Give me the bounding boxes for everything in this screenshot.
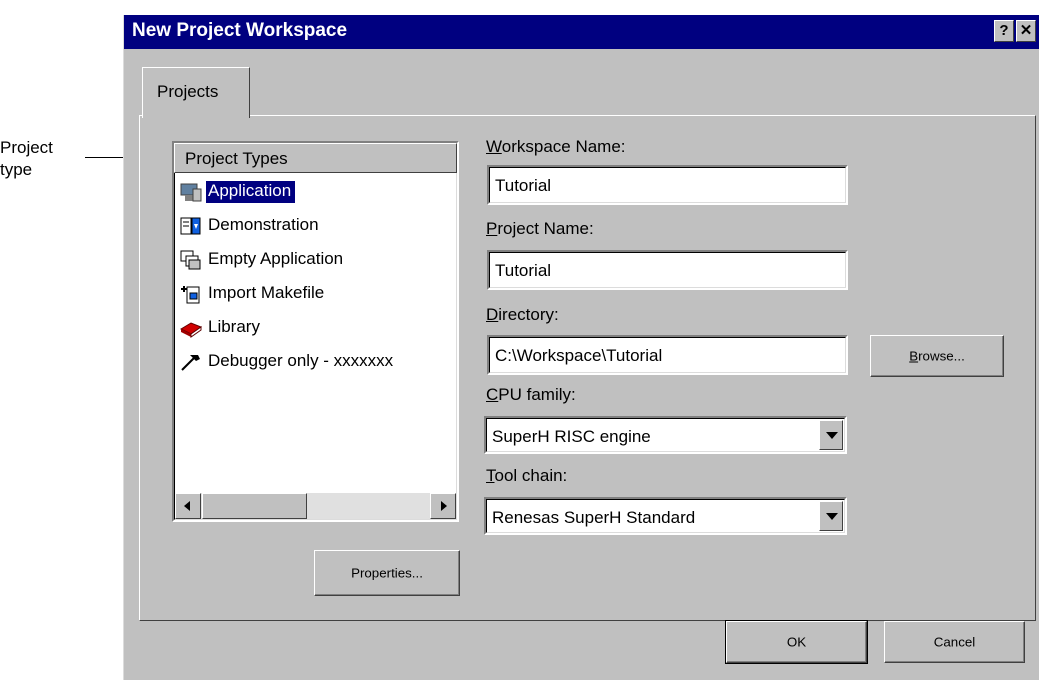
cancel-button-label: Cancel bbox=[933, 634, 976, 650]
properties-button-label: Properties... bbox=[351, 565, 423, 581]
cpu-family-select[interactable]: SuperH RISC engine bbox=[484, 416, 847, 454]
arrow-right-icon bbox=[441, 501, 447, 511]
arrow-left-icon bbox=[184, 501, 190, 511]
library-icon bbox=[179, 322, 203, 338]
list-item-label: Demonstration bbox=[208, 215, 319, 234]
directory-label: Directory: bbox=[486, 305, 559, 324]
list-item-label: Debugger only - xxxxxxx bbox=[208, 351, 394, 370]
scroll-right-button[interactable] bbox=[430, 493, 456, 519]
ok-button-label: OK bbox=[786, 634, 807, 650]
workspace-name-value: Tutorial bbox=[495, 176, 552, 195]
horizontal-scrollbar[interactable] bbox=[175, 493, 456, 519]
annotation-line1: Project bbox=[0, 138, 53, 157]
empty-application-icon bbox=[180, 250, 201, 270]
annotation-line2: type bbox=[0, 160, 33, 179]
workspace-name-label: Workspace Name: bbox=[486, 137, 626, 156]
list-item-label: Application bbox=[206, 181, 296, 203]
project-name-value: Tutorial bbox=[495, 261, 552, 280]
debugger-icon bbox=[181, 355, 200, 371]
close-button[interactable]: ✕ bbox=[1016, 20, 1036, 42]
ok-button[interactable]: OK bbox=[725, 620, 868, 664]
cpu-family-label: CPU family: bbox=[486, 385, 576, 404]
new-project-workspace-dialog: New Project Workspace ? ✕ Projects Proje… bbox=[123, 15, 1039, 680]
title-bar[interactable]: New Project Workspace ? ✕ bbox=[124, 15, 1039, 49]
dialog-title: New Project Workspace bbox=[132, 20, 348, 41]
list-item-library[interactable]: Library bbox=[176, 313, 455, 343]
project-type-annotation: Project type bbox=[0, 137, 110, 181]
list-item-label: Import Makefile bbox=[208, 283, 325, 302]
scroll-thumb[interactable] bbox=[202, 493, 307, 519]
tab-projects-label: Projects bbox=[157, 82, 219, 101]
cancel-button[interactable]: Cancel bbox=[884, 621, 1025, 663]
directory-field[interactable]: C:\Workspace\Tutorial bbox=[487, 335, 848, 375]
project-name-field[interactable]: Tutorial bbox=[487, 250, 848, 290]
application-icon bbox=[180, 183, 202, 202]
tool-chain-select[interactable]: Renesas SuperH Standard bbox=[484, 497, 847, 535]
import-makefile-icon bbox=[181, 286, 200, 304]
tool-chain-label: Tool chain: bbox=[486, 466, 568, 485]
properties-button[interactable]: Properties... bbox=[314, 550, 460, 596]
list-item-label: Library bbox=[208, 317, 260, 336]
browse-button[interactable]: Browse... bbox=[870, 335, 1004, 377]
project-types-list[interactable]: Project Types Application Demonstration bbox=[172, 141, 459, 522]
list-item-empty-application[interactable]: Empty Application bbox=[176, 245, 455, 275]
chevron-down-icon[interactable] bbox=[819, 501, 843, 531]
list-item-label: Empty Application bbox=[208, 249, 344, 268]
workspace-name-field[interactable]: Tutorial bbox=[487, 165, 848, 205]
directory-value: C:\Workspace\Tutorial bbox=[495, 346, 663, 365]
demonstration-icon bbox=[180, 217, 201, 235]
list-item-application[interactable]: Application bbox=[176, 177, 455, 207]
browse-button-label: Browse... bbox=[909, 348, 965, 364]
list-item-debugger-only[interactable]: Debugger only - xxxxxxx bbox=[176, 347, 455, 377]
project-types-header[interactable]: Project Types bbox=[174, 143, 457, 173]
project-name-label: Project Name: bbox=[486, 219, 594, 238]
cpu-family-value: SuperH RISC engine bbox=[492, 427, 651, 446]
list-item-import-makefile[interactable]: Import Makefile bbox=[176, 279, 455, 309]
help-button[interactable]: ? bbox=[994, 20, 1014, 42]
chevron-down-icon[interactable] bbox=[819, 420, 843, 450]
tab-projects[interactable]: Projects bbox=[142, 67, 250, 118]
project-types-header-label: Project Types bbox=[185, 149, 288, 168]
tool-chain-value: Renesas SuperH Standard bbox=[492, 508, 696, 527]
scroll-left-button[interactable] bbox=[175, 493, 201, 519]
list-item-demonstration[interactable]: Demonstration bbox=[176, 211, 455, 241]
